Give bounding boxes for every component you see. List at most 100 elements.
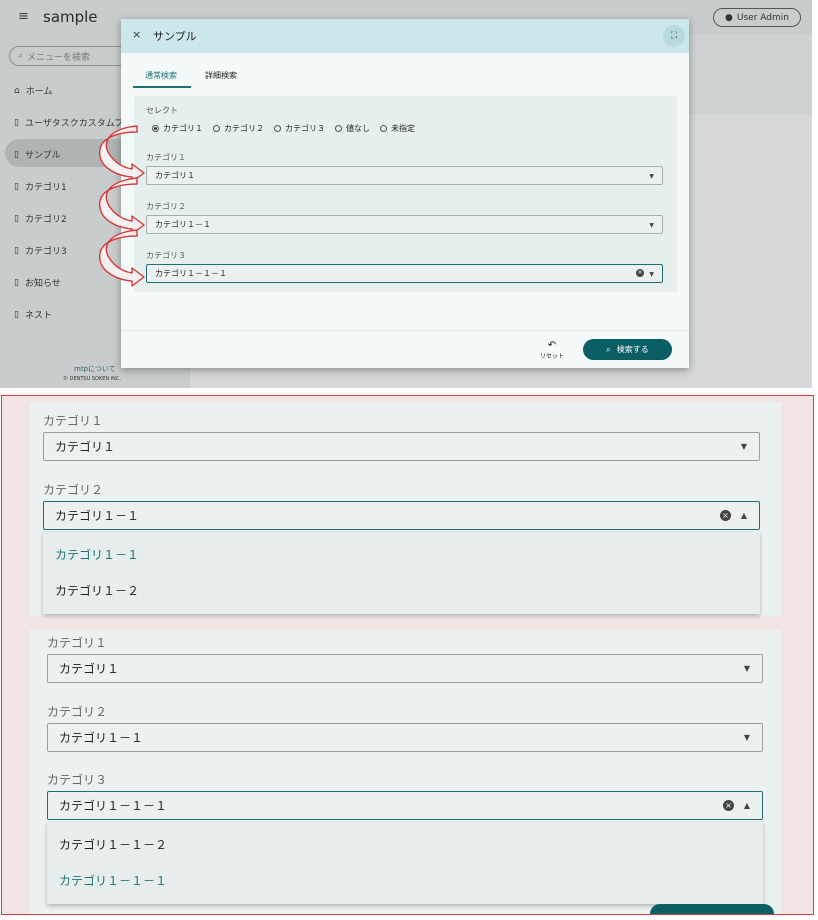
clear-icon[interactable]: × [720,510,731,521]
radio-label: カテゴリ１ [163,124,203,133]
sidebar-item-label: サンプル [24,151,61,161]
search-icon: ⌕ [18,51,24,61]
dropdown-option[interactable]: カテゴリ１－１－１ [59,872,167,889]
annotation-arrow-3 [99,229,145,287]
sidebar-item-home[interactable]: ⌂ ホーム [14,84,53,98]
field-label-category1: カテゴリ１ [47,636,108,650]
annotation-arrows [99,125,145,287]
search-button-label: 検索する [616,345,649,354]
page-icon: ▯ [14,245,19,256]
select-label: セレクト [146,106,178,115]
reset-button[interactable]: ↶ リセット [539,340,565,360]
page-icon: ▯ [14,277,19,288]
chevron-down-icon: ▼ [649,173,654,180]
category3-select[interactable]: カテゴリ１－１－１ × ▼ [146,264,663,283]
sidebar-item-label: ホーム [25,87,53,97]
radio-unspecified[interactable] [380,125,387,132]
field-label-category1: カテゴリ１ [146,153,186,162]
copyright: © DENTSU SOKEN INC. [63,376,121,382]
close-icon[interactable]: × [132,28,141,41]
category1-select[interactable]: カテゴリ１ ▼ [146,166,663,185]
chevron-up-icon: ▲ [740,511,747,520]
field-label-category3: カテゴリ３ [47,773,108,787]
category2-dropdown-menu: カテゴリ１－１ カテゴリ１－２ [43,532,760,614]
sidebar-item-label: お知らせ [24,279,61,289]
field-label-category2: カテゴリ２ [47,705,108,719]
search-button-partial[interactable] [650,904,774,914]
about-link[interactable]: mtpについて [74,364,116,374]
select-value: カテゴリ１－１ [59,731,144,745]
page-icon: ▯ [14,149,19,160]
chevron-down-icon: ▼ [740,442,747,451]
select-value: カテゴリ１－１－１ [155,269,227,278]
user-icon: ● [725,12,733,23]
user-name: User Admin [736,12,789,23]
radio-no-value[interactable] [335,125,342,132]
category2-select[interactable]: カテゴリ１－１ ▼ [146,215,663,234]
select-value: カテゴリ１－１－１ [59,799,168,813]
menu-icon[interactable]: ≡ [18,9,29,24]
dropdown-option[interactable]: カテゴリ１－２ [55,582,139,599]
radio-label: 値なし [346,124,370,133]
sidebar-item-label: カテゴリ1 [24,183,67,193]
radio-category3[interactable] [274,125,281,132]
search-button[interactable]: ⌕ 検索する [583,339,672,360]
chevron-down-icon: ▼ [649,222,654,229]
home-icon: ⌂ [14,85,20,96]
fullscreen-icon[interactable]: ⛶ [663,25,685,47]
select-value: カテゴリ１ [55,440,116,454]
sidebar-item-label: カテゴリ3 [24,247,67,257]
page-icon: ▯ [14,213,19,224]
dropdown-option[interactable]: カテゴリ１－１－２ [59,836,167,853]
sidebar-item-label: ネスト [24,311,52,321]
field-label-category2: カテゴリ２ [43,483,104,497]
radio-label: カテゴリ２ [224,124,264,133]
dialog-header [121,19,689,53]
category3-select[interactable]: カテゴリ１－１－１ × ▲ [47,791,763,820]
chevron-down-icon: ▼ [743,733,750,742]
sidebar-item-category1[interactable]: ▯ カテゴリ1 [14,180,67,194]
radio-label: 未指定 [391,124,415,133]
app-screenshot: ≡ sample ● User Admin ⌕ メニューを検索 ⌂ ホーム ▯ … [0,0,812,388]
sidebar-item-sample[interactable]: ▯ サンプル [14,148,61,162]
select-value: カテゴリ１ [155,171,195,180]
dropdown-option[interactable]: カテゴリ１－１ [55,546,139,563]
app-title: sample [43,8,98,26]
category1-select[interactable]: カテゴリ１ ▼ [47,654,763,683]
category-radio-group: カテゴリ１ カテゴリ２ カテゴリ３ 値なし 未指定 [152,123,415,134]
clear-icon[interactable]: × [636,269,644,277]
chevron-down-icon: ▼ [743,664,750,673]
category3-dropdown-menu: カテゴリ１－１－２ カテゴリ１－１－１ [47,822,763,904]
radio-label: カテゴリ３ [285,124,325,133]
sidebar-item-category3[interactable]: ▯ カテゴリ3 [14,244,67,258]
user-menu-button[interactable]: ● User Admin [713,8,801,27]
select-value: カテゴリ１ [59,662,120,676]
annotation-arrow-1 [99,125,145,183]
chevron-down-icon: ▼ [649,271,654,278]
radio-category1[interactable] [152,125,159,132]
select-value: カテゴリ１－１ [55,509,140,523]
category2-select[interactable]: カテゴリ１－１ × ▲ [43,501,760,530]
chevron-up-icon: ▲ [743,801,750,810]
clear-icon[interactable]: × [723,800,734,811]
page-icon: ▯ [14,117,19,128]
page-icon: ▯ [14,309,19,320]
field-label-category2: カテゴリ２ [146,202,186,211]
category2-select[interactable]: カテゴリ１－１ ▼ [47,723,763,752]
reset-label: リセット [539,353,564,360]
page-icon: ▯ [14,181,19,192]
tab-indicator [133,86,191,88]
category1-select[interactable]: カテゴリ１ ▼ [43,432,760,461]
tab-detail-search[interactable]: 詳細検索 [205,70,237,81]
sidebar-item-category2[interactable]: ▯ カテゴリ2 [14,212,67,226]
radio-category2[interactable] [213,125,220,132]
tab-normal-search[interactable]: 通常検索 [145,70,177,81]
dialog-title: サンプル [153,30,197,43]
sidebar-item-nest[interactable]: ▯ ネスト [14,308,52,322]
detail-comparison-panel: カテゴリ１ カテゴリ１ ▼ カテゴリ２ カテゴリ１－１ × ▲ カテゴリ１－１ … [1,395,814,915]
sidebar-item-news[interactable]: ▯ お知らせ [14,276,61,290]
field-label-category3: カテゴリ３ [146,251,186,260]
sidebar-search-placeholder: メニューを検索 [27,52,91,63]
search-dialog: × サンプル ⛶ 通常検索 詳細検索 セレクト カテゴリ１ カテゴリ２ カテゴリ… [121,19,689,368]
select-value: カテゴリ１－１ [155,220,211,229]
